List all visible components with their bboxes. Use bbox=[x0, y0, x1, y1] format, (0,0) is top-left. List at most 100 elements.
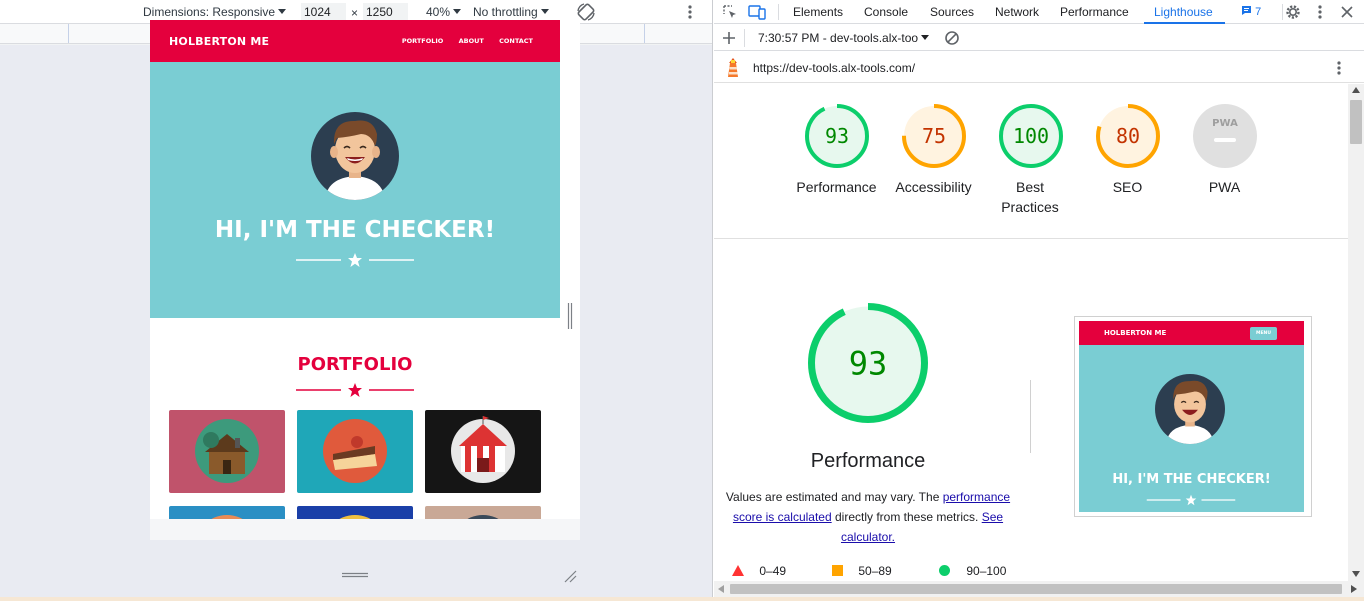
caret-down-icon bbox=[453, 9, 462, 14]
emulated-page[interactable]: HOLBERTON ME PORTFOLIO ABOUT CONTACT HI,… bbox=[150, 20, 560, 519]
report-selector-label: 7:30:57 PM - dev-tools.alx-too bbox=[758, 31, 919, 45]
vertical-divider bbox=[1030, 380, 1031, 453]
report-horizontal-scrollbar[interactable] bbox=[714, 581, 1364, 597]
device-toolbar-toggle-icon[interactable] bbox=[748, 4, 766, 20]
square-icon bbox=[832, 565, 843, 576]
width-input[interactable] bbox=[301, 3, 346, 21]
tab-console[interactable]: Console bbox=[864, 5, 908, 19]
resize-handle-right-icon[interactable] bbox=[567, 303, 573, 329]
scroll-down-arrow-icon[interactable] bbox=[1352, 571, 1360, 577]
more-options-icon[interactable] bbox=[686, 4, 694, 20]
star-divider-icon bbox=[296, 253, 414, 267]
report-vertical-scrollbar[interactable] bbox=[1348, 84, 1364, 581]
portfolio-tile-cake[interactable] bbox=[297, 410, 413, 493]
score-gauge-performance[interactable]: 93 Performance bbox=[788, 103, 885, 197]
zoom-dropdown[interactable]: 40% bbox=[426, 5, 462, 19]
devtools-tabbar: Elements Console Sources Network Perform… bbox=[714, 0, 1364, 24]
score-gauge-seo[interactable]: 80 SEO bbox=[1079, 103, 1176, 197]
issues-button[interactable]: 7 bbox=[1241, 5, 1261, 18]
report-url[interactable]: https://dev-tools.alx-tools.com/ bbox=[753, 61, 915, 75]
gauge-ring-icon: 93 bbox=[804, 104, 869, 168]
svg-text:PWA: PWA bbox=[1212, 118, 1238, 129]
caret-down-icon bbox=[278, 9, 287, 14]
clear-block-icon[interactable] bbox=[944, 30, 960, 46]
hero-title: HI, I'M THE CHECKER! bbox=[214, 217, 496, 243]
gauge-value: 100 bbox=[1012, 124, 1048, 148]
rotate-icon[interactable] bbox=[576, 2, 596, 22]
close-icon[interactable] bbox=[1340, 5, 1354, 19]
new-report-plus-icon[interactable] bbox=[722, 31, 736, 45]
legend-average: 50–89 bbox=[832, 564, 892, 578]
final-screenshot[interactable]: HOLBERTON ME MENU HI, I'M THE CHECKER! bbox=[1074, 316, 1312, 517]
more-options-icon[interactable] bbox=[1316, 4, 1324, 20]
nav-link-contact[interactable]: CONTACT bbox=[499, 37, 533, 45]
gauge-label: PWA bbox=[1208, 179, 1241, 195]
issues-count: 7 bbox=[1255, 6, 1262, 18]
tab-sources[interactable]: Sources bbox=[930, 5, 974, 19]
circle-icon bbox=[939, 565, 950, 576]
star-divider-icon bbox=[1146, 494, 1236, 506]
zoom-label: 40% bbox=[426, 5, 451, 19]
tab-performance[interactable]: Performance bbox=[1060, 5, 1129, 19]
height-input[interactable] bbox=[363, 3, 408, 21]
nav-link-about[interactable]: ABOUT bbox=[459, 37, 484, 45]
tab-lighthouse[interactable]: Lighthouse bbox=[1154, 5, 1213, 19]
gauge-value: 93 bbox=[849, 345, 888, 383]
gauge-label: Performance bbox=[796, 179, 877, 195]
score-gauge-best-practices[interactable]: 100 Best Practices bbox=[982, 103, 1079, 217]
circus-tent-icon bbox=[451, 416, 515, 483]
caret-down-icon bbox=[540, 9, 549, 14]
site-navbar: HOLBERTON ME PORTFOLIO ABOUT CONTACT bbox=[150, 20, 560, 62]
portfolio-tile-5[interactable] bbox=[297, 506, 413, 519]
performance-description: Values are estimated and may vary. The p… bbox=[725, 490, 1011, 544]
site-nav-links: PORTFOLIO ABOUT CONTACT bbox=[389, 37, 533, 45]
gauge-value: 80 bbox=[1115, 124, 1139, 148]
tab-elements[interactable]: Elements bbox=[793, 5, 843, 19]
portfolio-tile-cabin[interactable] bbox=[169, 410, 285, 493]
caret-down-icon bbox=[921, 35, 930, 40]
score-gauge-pwa[interactable]: PWA PWA bbox=[1176, 103, 1273, 197]
screenshot-menu-button: MENU bbox=[1250, 327, 1277, 340]
inspect-element-icon[interactable] bbox=[722, 4, 738, 20]
resize-handle-bottom-icon[interactable] bbox=[342, 572, 368, 578]
scroll-thumb[interactable] bbox=[1350, 100, 1362, 144]
resize-corner-icon[interactable] bbox=[563, 569, 577, 583]
performance-big-gauge[interactable]: 93 bbox=[807, 302, 929, 424]
portfolio-title: PORTFOLIO bbox=[297, 354, 413, 375]
screenshot-avatar bbox=[1155, 374, 1225, 444]
gauge-label: Accessibility bbox=[895, 179, 972, 195]
scroll-thumb[interactable] bbox=[730, 584, 1342, 594]
gauge-value: 93 bbox=[824, 124, 848, 148]
triangle-icon bbox=[732, 565, 744, 576]
scroll-up-arrow-icon[interactable] bbox=[1352, 87, 1360, 93]
gauge-ring-icon: 100 bbox=[998, 104, 1063, 168]
dimensions-label: Dimensions: Responsive bbox=[143, 5, 276, 19]
page-bottom-strip bbox=[150, 519, 580, 540]
tab-network[interactable]: Network bbox=[995, 5, 1039, 19]
portfolio-tile-6[interactable] bbox=[425, 506, 541, 519]
nav-link-portfolio[interactable]: PORTFOLIO bbox=[402, 37, 444, 45]
lighthouse-toolbar: 7:30:57 PM - dev-tools.alx-too bbox=[714, 25, 1364, 51]
page-scroll-gutter bbox=[560, 20, 580, 540]
legend-fail: 0–49 bbox=[732, 564, 786, 578]
settings-gear-icon[interactable] bbox=[1284, 3, 1302, 21]
gauge-value: 75 bbox=[921, 124, 945, 148]
section-divider bbox=[714, 238, 1348, 239]
report-more-icon[interactable] bbox=[1335, 60, 1343, 76]
screenshot-logo: HOLBERTON ME bbox=[1104, 329, 1167, 337]
gauge-label: SEO bbox=[1112, 179, 1143, 195]
portfolio-tile-circus[interactable] bbox=[425, 410, 541, 493]
throttling-dropdown[interactable]: No throttling bbox=[473, 5, 549, 19]
scroll-left-arrow-icon[interactable] bbox=[718, 585, 724, 593]
active-tab-indicator bbox=[1144, 22, 1225, 24]
dimensions-dropdown[interactable]: Dimensions: Responsive bbox=[143, 5, 287, 19]
devtools-panel: Elements Console Sources Network Perform… bbox=[714, 0, 1364, 601]
scroll-right-arrow-icon[interactable] bbox=[1351, 585, 1357, 593]
report-url-bar: https://dev-tools.alx-tools.com/ bbox=[714, 52, 1364, 83]
pwa-badge-icon: PWA bbox=[1192, 104, 1257, 168]
screenshot-hero-title: HI, I'M THE CHECKER! bbox=[1112, 472, 1271, 487]
site-logo[interactable]: HOLBERTON ME bbox=[169, 35, 269, 48]
score-gauge-accessibility[interactable]: 75 Accessibility bbox=[885, 103, 982, 197]
report-selector[interactable]: 7:30:57 PM - dev-tools.alx-too bbox=[758, 31, 930, 45]
portfolio-tile-4[interactable] bbox=[169, 506, 285, 519]
